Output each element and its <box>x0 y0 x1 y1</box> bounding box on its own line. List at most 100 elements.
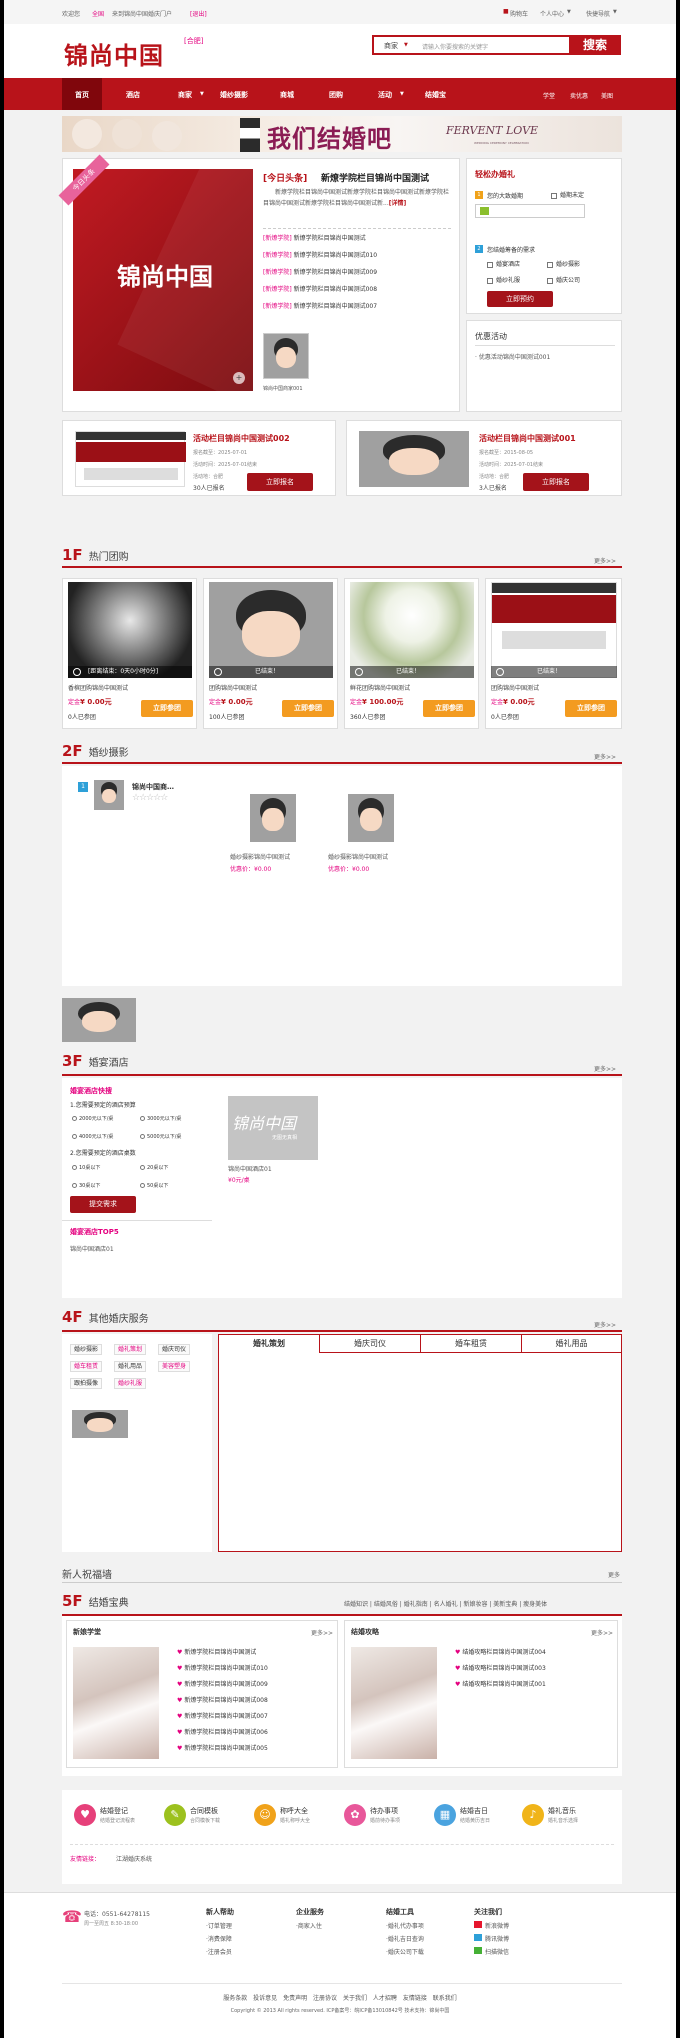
service-tag[interactable]: 婚礼策划 <box>114 1344 147 1355</box>
tool-item[interactable]: ☺ 称呼大全 婚礼称呼大全 <box>254 1804 340 1830</box>
headline[interactable]: 新燎学院栏目锦尚中国测试 <box>321 171 429 184</box>
groupbuy-image[interactable] <box>350 582 474 678</box>
cart-link[interactable]: 购物车 <box>510 9 528 18</box>
tool-item[interactable]: ♪ 婚礼音乐 婚礼音乐选择 <box>522 1804 616 1830</box>
article-item[interactable]: ♥ 结婚攻略栏目锦尚中国测试004 <box>455 1647 546 1656</box>
shop-avatar[interactable] <box>263 333 309 379</box>
photo-title[interactable]: 婚纱摄影锦尚中国测试 <box>328 852 388 861</box>
footer-bottom-link[interactable]: 投诉意见 <box>253 1995 277 2002</box>
signup-button[interactable]: 立即报名 <box>523 473 589 491</box>
service-tag[interactable]: 婚车租赁 <box>70 1361 103 1372</box>
panel-image[interactable] <box>351 1647 437 1759</box>
budget-radio[interactable]: 5000元以下/桌 <box>140 1133 181 1140</box>
more-link[interactable]: 更多>> <box>594 1320 616 1329</box>
tool-item[interactable]: ✿ 待办事项 婚前待办事项 <box>344 1804 430 1830</box>
article-item[interactable]: ♥ 新燎学院栏目锦尚中国测试007 <box>177 1711 268 1720</box>
nav-item[interactable]: 结婚宝 <box>425 90 446 100</box>
list-item[interactable]: [新燎学院] 新燎学院栏目锦尚中国测试007 <box>263 301 377 310</box>
tool-item[interactable]: ♥ 结婚登记 结婚登记流程表 <box>74 1804 160 1830</box>
nav-item[interactable]: 婚纱摄影 <box>220 90 248 100</box>
tables-radio[interactable]: 30桌以下 <box>72 1182 100 1189</box>
activity-title[interactable]: 活动栏目锦尚中国测试001 <box>479 433 576 444</box>
photo-title[interactable]: 婚纱摄影锦尚中国测试 <box>230 852 290 861</box>
activity-title[interactable]: 活动栏目锦尚中国测试002 <box>193 433 290 444</box>
top5-item[interactable]: 锦尚中国酒店01 <box>70 1244 114 1253</box>
article-item[interactable]: ♥ 新燎学院栏目锦尚中国测试005 <box>177 1743 268 1752</box>
tool-item[interactable]: ✎ 合同模板 合同模板下载 <box>164 1804 250 1830</box>
nav-item[interactable]: 活动 <box>378 90 392 100</box>
service-tag[interactable]: 婚礼用品 <box>114 1361 147 1372</box>
site-logo[interactable]: 锦尚中国 <box>64 36 164 71</box>
service-tag[interactable]: 美容塑身 <box>158 1361 191 1372</box>
knowledge-link[interactable]: 新娘妆容 <box>463 1601 487 1608</box>
footer-bottom-link[interactable]: 人才招聘 <box>373 1995 397 2002</box>
more-link[interactable]: 更多>> <box>591 1628 613 1637</box>
article-item[interactable]: ♥ 新燎学院栏目锦尚中国测试 <box>177 1647 256 1656</box>
zoom-icon[interactable]: + <box>233 372 245 384</box>
knowledge-link[interactable]: 美新宝典 <box>493 1601 517 1608</box>
join-button[interactable]: 立即参团 <box>423 700 475 717</box>
article-item[interactable]: ♥ 结婚攻略栏目锦尚中国测试001 <box>455 1679 546 1688</box>
tables-radio[interactable]: 20桌以下 <box>140 1164 168 1171</box>
logout-link[interactable]: [退出] <box>190 9 207 18</box>
tab-emcee[interactable]: 婚庆司仪 <box>320 1335 421 1353</box>
footer-link[interactable]: 新浪微博 <box>485 1921 509 1930</box>
budget-radio[interactable]: 4000元以下/桌 <box>72 1133 113 1140</box>
more-link[interactable]: 更多>> <box>311 1628 333 1637</box>
nav-item[interactable]: 商城 <box>280 90 294 100</box>
search-button[interactable]: 搜索 <box>569 35 621 55</box>
nav-item[interactable]: 首页 <box>75 90 89 100</box>
list-item[interactable]: [新燎学院] 新燎学院栏目锦尚中国测试009 <box>263 267 377 276</box>
hotel-name[interactable]: 锦尚中国酒店01 <box>228 1164 272 1173</box>
nav-right-item[interactable]: 卖优惠 <box>570 91 588 100</box>
quick-nav-link[interactable]: 快捷导航 <box>586 9 610 18</box>
list-item[interactable]: [新燎学院] 新燎学院栏目锦尚中国测试010 <box>263 250 377 259</box>
submit-needs-button[interactable]: 提交需求 <box>70 1196 136 1213</box>
nav-item[interactable]: 酒店 <box>126 90 140 100</box>
activity-thumb[interactable] <box>359 431 469 487</box>
more-link[interactable]: 更多 <box>608 1570 620 1579</box>
article-item[interactable]: ♥ 新燎学院栏目锦尚中国测试008 <box>177 1695 268 1704</box>
city-link[interactable]: 全国 <box>92 9 104 18</box>
groupbuy-title[interactable]: 团购锦尚中国测试 <box>209 683 257 692</box>
calendar-icon[interactable] <box>480 207 489 215</box>
footer-link[interactable]: ·消费保障 <box>206 1934 232 1943</box>
city-badge[interactable]: [合肥] <box>184 36 203 46</box>
hotel-image[interactable]: 锦尚中国 无图无真相 <box>228 1096 318 1160</box>
more-link[interactable]: 更多>> <box>594 1064 616 1073</box>
service-tag[interactable]: 跟拍摄像 <box>70 1378 103 1389</box>
footer-bottom-link[interactable]: 服务条款 <box>223 1995 247 2002</box>
join-button[interactable]: 立即参团 <box>565 700 617 717</box>
groupbuy-title[interactable]: 团购锦尚中国测试 <box>491 683 539 692</box>
article-item[interactable]: ♥ 新燎学院栏目锦尚中国测试006 <box>177 1727 268 1736</box>
need-checkbox[interactable]: 婚纱摄影 <box>547 259 580 268</box>
footer-bottom-link[interactable]: 关于我们 <box>343 1995 367 2002</box>
service-tag[interactable]: 婚庆司仪 <box>158 1344 191 1355</box>
footer-link[interactable]: ·商家入住 <box>296 1921 322 1930</box>
footer-link[interactable]: 扫描微信 <box>485 1947 509 1956</box>
tables-radio[interactable]: 50桌以下 <box>140 1182 168 1189</box>
footer-bottom-link[interactable]: 注册协议 <box>313 1995 337 2002</box>
more-link[interactable]: 更多>> <box>594 752 616 761</box>
article-item[interactable]: ♥ 结婚攻略栏目锦尚中国测试003 <box>455 1663 546 1672</box>
service-tag[interactable]: 婚纱礼服 <box>114 1378 147 1389</box>
date-input[interactable] <box>475 204 585 218</box>
nav-right-item[interactable]: 学堂 <box>543 91 555 100</box>
shop-name[interactable]: 锦尚中国商… <box>132 782 174 792</box>
tables-radio[interactable]: 10桌以下 <box>72 1164 100 1171</box>
article-item[interactable]: ♥ 新燎学院栏目锦尚中国测试010 <box>177 1663 268 1672</box>
detail-link[interactable]: [详情] <box>389 200 407 207</box>
nav-right-item[interactable]: 美图 <box>601 91 613 100</box>
search-scope-select[interactable]: 商家 <box>384 41 398 51</box>
article-item[interactable]: ♥ 新燎学院栏目锦尚中国测试009 <box>177 1679 268 1688</box>
site-link[interactable]: 来到锦尚中国婚庆门户 <box>112 9 172 18</box>
footer-link[interactable]: ·注册会员 <box>206 1947 232 1956</box>
cart-icon[interactable]: ■ <box>503 8 509 15</box>
footer-link[interactable]: ·婚礼代办事项 <box>386 1921 424 1930</box>
need-checkbox[interactable]: 婚纱礼服 <box>487 275 520 284</box>
footer-bottom-link[interactable]: 免责声明 <box>283 1995 307 2002</box>
feature-poster[interactable]: 锦尚中国 + <box>73 169 253 391</box>
footer-bottom-link[interactable]: 联系我们 <box>433 1995 457 2002</box>
footer-link[interactable]: 腾讯微博 <box>485 1934 509 1943</box>
tab-supplies[interactable]: 婚礼用品 <box>522 1335 621 1353</box>
